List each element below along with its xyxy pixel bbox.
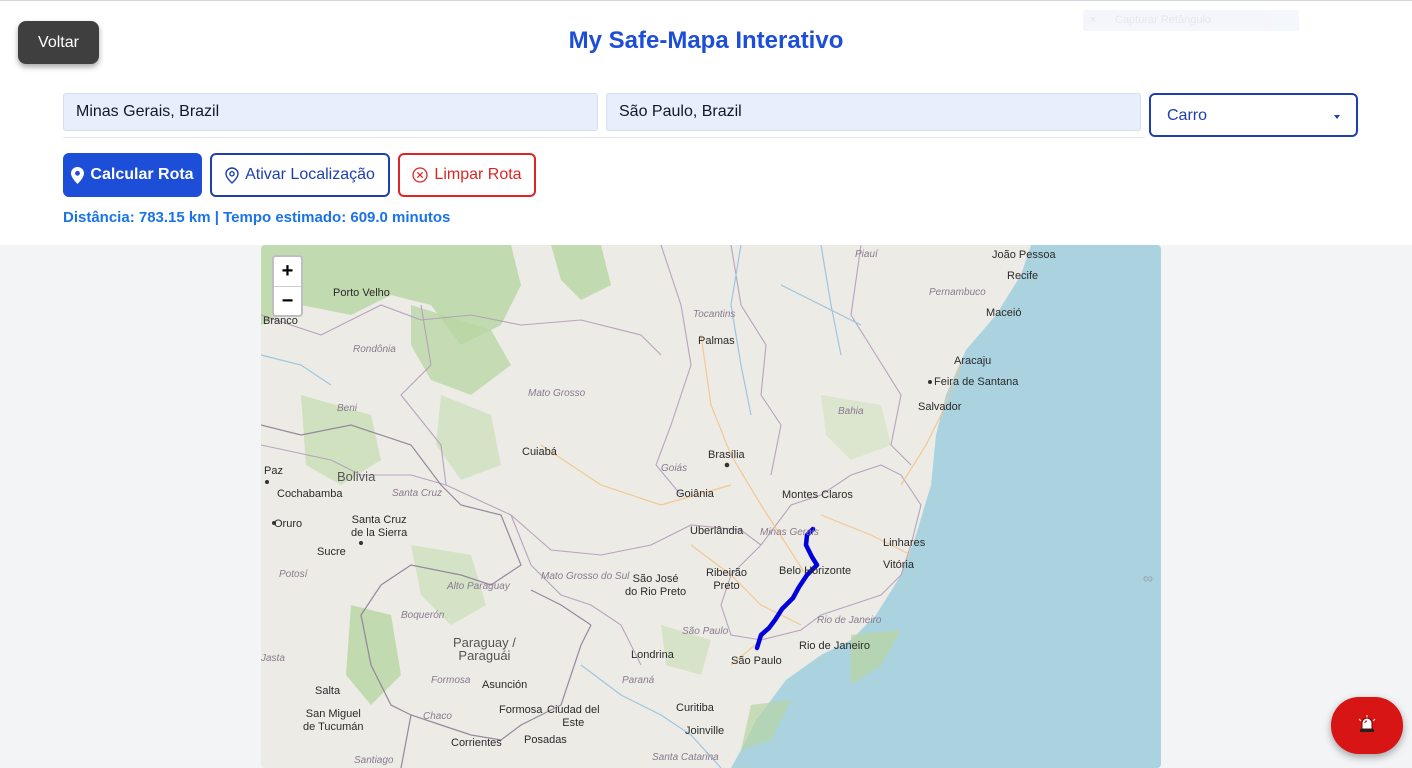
map-label-state: Mato Grosso do Sul: [541, 571, 630, 582]
map-label-city: Paz: [264, 465, 283, 477]
map-label-city: Aracaju: [954, 355, 992, 367]
map-label-state: Chaco: [423, 711, 452, 722]
sos-button[interactable]: [1331, 697, 1403, 754]
route-line: [754, 526, 820, 651]
map-label-city: João Pessoa: [992, 249, 1056, 261]
zoom-out-button[interactable]: −: [274, 287, 301, 316]
destination-input[interactable]: [606, 93, 1141, 131]
map-label-city: Recife: [1007, 270, 1039, 282]
x-circle-icon: [412, 167, 429, 183]
map-label-state: Beni: [337, 403, 358, 414]
page-title: My Safe-Mapa Interativo: [568, 27, 844, 54]
transport-mode-value: Carro: [1167, 107, 1208, 124]
map-label-city: Feira de Santana: [934, 376, 1019, 388]
map-label-city: Oruro: [274, 518, 303, 530]
transport-mode-select[interactable]: Carro: [1149, 93, 1358, 137]
map-label-city: Linhares: [883, 537, 926, 549]
zoom-in-button[interactable]: +: [274, 257, 301, 287]
map-label-city: Santa Cruz de la Sierra: [351, 514, 408, 539]
capture-overlay-label: Capturar Retângulo: [1115, 14, 1212, 26]
map-label-state: Boquerón: [401, 610, 445, 621]
zoom-control: + −: [272, 255, 303, 317]
map-label-state: Jasta: [261, 653, 285, 664]
map-label-city: Asunción: [482, 679, 528, 691]
location-pin-icon: [225, 166, 239, 184]
map-label-state: Potosí: [279, 569, 308, 580]
map-label-city: Joinville: [685, 725, 725, 737]
capture-overlay[interactable]: × Capturar Retângulo: [1083, 10, 1299, 31]
map-tiles: [261, 245, 1161, 768]
top-border: [0, 0, 1412, 1]
map-label-state: Tocantins: [693, 309, 736, 320]
map-label-city: Montes Claros: [782, 489, 853, 501]
map-label-city: Formosa: [499, 704, 543, 716]
clear-route-label: Limpar Rota: [434, 166, 522, 183]
siren-icon: [1357, 715, 1377, 736]
map-label-city: Corrientes: [451, 737, 502, 749]
map-label-state: Santiago: [354, 755, 394, 766]
map-label-state: Santa Cruz: [392, 488, 443, 499]
map-label-city: Uberlândia: [690, 525, 744, 537]
map-label-city: Vitória: [883, 559, 914, 571]
map-label-state: Bahia: [838, 406, 864, 417]
map-label-state: Pernambuco: [929, 287, 986, 298]
map-label-state: Mato Grosso: [528, 388, 586, 399]
route-summary: Distância: 783.15 km | Tempo estimado: 6…: [63, 209, 451, 226]
map-label-city: São José do Rio Preto: [625, 573, 687, 598]
calculate-route-label: Calcular Rota: [90, 166, 194, 183]
map-label-state: Formosa: [431, 675, 471, 686]
map-label-city: Brasília: [708, 449, 745, 461]
map-label-state: Goiás: [661, 463, 688, 474]
map-label-city: Sucre: [317, 546, 346, 558]
map-label-city: Cuiabá: [522, 446, 557, 458]
map-label-state: Rondônia: [353, 344, 396, 355]
map-label-city: Salta: [315, 685, 341, 697]
map-label-city: Curitiba: [676, 702, 714, 714]
map-label-city: São Paulo: [731, 655, 782, 667]
map-label-city: Ribeirão Preto: [706, 567, 747, 592]
map-label-city: Branco: [263, 315, 298, 327]
infinity-icon: ∞: [1143, 570, 1153, 586]
map-label-city: Cochabamba: [277, 488, 343, 500]
map-label-state: Piauí: [855, 249, 878, 260]
origin-input[interactable]: [63, 93, 598, 131]
map-label-city: Ciudad del Este: [547, 704, 600, 729]
activate-location-button[interactable]: Ativar Localização: [210, 153, 390, 197]
map-label-country: Bolivia: [337, 469, 376, 484]
interactive-map[interactable]: + − Piauí Pernambuco Tocantins Rondônia …: [261, 245, 1161, 768]
map-label-city: Belo Horizonte: [779, 565, 852, 577]
map-label-state: Paraná: [622, 675, 655, 686]
chevron-down-icon: [1334, 115, 1340, 119]
map-label-city: Goiânia: [676, 488, 714, 500]
clear-route-button[interactable]: Limpar Rota: [398, 153, 536, 197]
map-label-city: Rio de Janeiro: [799, 640, 870, 652]
map-label-country: Paraguay / Paraguái: [453, 635, 516, 663]
map-label-city: Londrina: [631, 649, 674, 661]
form-divider: [63, 137, 1145, 138]
map-label-city: Palmas: [698, 335, 735, 347]
map-label-city: Maceió: [986, 307, 1022, 319]
map-label-state: Minas Gerais: [760, 527, 819, 538]
activate-location-label: Ativar Localização: [245, 166, 375, 183]
map-label-state: Rio de Janeiro: [817, 615, 882, 626]
map-label-city: Posadas: [524, 734, 567, 746]
map-pin-icon: [71, 166, 85, 184]
map-label-city: San Miguel de Tucumán: [303, 708, 364, 733]
map-label-state: Santa Catarina: [652, 752, 719, 763]
map-label-city: Salvador: [918, 401, 962, 413]
map-label-state: Alto Paraguay: [447, 581, 510, 592]
map-label-city: Porto Velho: [333, 287, 390, 299]
calculate-route-button[interactable]: Calcular Rota: [63, 153, 202, 197]
map-label-state: São Paulo: [682, 626, 729, 637]
close-icon[interactable]: ×: [1083, 10, 1103, 31]
